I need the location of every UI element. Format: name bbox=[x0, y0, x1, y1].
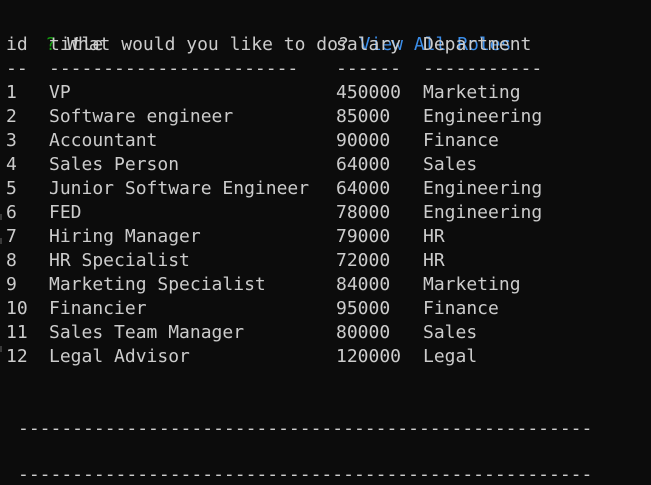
header-salary: salary bbox=[336, 34, 402, 55]
row-salary: 72000 bbox=[336, 250, 391, 271]
underline-id: -- bbox=[6, 58, 28, 79]
row-id: 3 bbox=[6, 130, 17, 151]
row-department: Sales bbox=[423, 322, 478, 343]
row-department: HR bbox=[423, 250, 445, 271]
row-department: Marketing bbox=[423, 274, 521, 295]
row-id: 9 bbox=[6, 274, 17, 295]
edge-marker bbox=[0, 346, 2, 352]
row-department: Engineering bbox=[423, 178, 543, 199]
row-id: 5 bbox=[6, 178, 17, 199]
row-salary: 84000 bbox=[336, 274, 391, 295]
row-title: Marketing Specialist bbox=[49, 274, 266, 295]
row-id: 2 bbox=[6, 106, 17, 127]
row-salary: 64000 bbox=[336, 154, 391, 175]
row-salary: 80000 bbox=[336, 322, 391, 343]
row-department: Legal bbox=[423, 346, 478, 367]
row-title: HR Specialist bbox=[49, 250, 190, 271]
header-title: title bbox=[49, 34, 104, 55]
separator-line: ----------------------------------------… bbox=[18, 418, 593, 439]
row-id: 10 bbox=[6, 298, 28, 319]
table-header-row: id title salary Department bbox=[6, 33, 531, 57]
row-department: HR bbox=[423, 226, 445, 247]
edge-marker bbox=[0, 238, 2, 244]
row-title: Sales Person bbox=[49, 154, 180, 175]
underline-salary: ------ bbox=[336, 58, 402, 79]
row-title: Hiring Manager bbox=[49, 226, 201, 247]
underline-title: ----------------------- bbox=[49, 58, 299, 79]
terminal-window[interactable]: ? What would you like to do? View All Ro… bbox=[0, 0, 651, 485]
prompt-line: ? What would you like to do? View All Ro… bbox=[2, 9, 511, 55]
row-id: 6 bbox=[6, 202, 17, 223]
header-department: Department bbox=[423, 34, 532, 55]
prompt-question: What would you like to do? bbox=[67, 34, 349, 55]
row-id: 4 bbox=[6, 154, 17, 175]
row-salary: 450000 bbox=[336, 82, 402, 103]
row-salary: 85000 bbox=[336, 106, 391, 127]
row-id: 1 bbox=[6, 82, 17, 103]
row-title: Sales Team Manager bbox=[49, 322, 245, 343]
row-department: Marketing bbox=[423, 82, 521, 103]
separator-line-bottom: ----------------------------------------… bbox=[18, 464, 593, 485]
row-id: 12 bbox=[6, 346, 28, 367]
header-id: id bbox=[6, 34, 28, 55]
row-salary: 64000 bbox=[336, 178, 391, 199]
row-salary: 120000 bbox=[336, 346, 402, 367]
row-salary: 79000 bbox=[336, 226, 391, 247]
table-header-underline: -- ----------------------- ------ ------… bbox=[6, 57, 542, 81]
row-salary: 95000 bbox=[336, 298, 391, 319]
row-id: 8 bbox=[6, 250, 17, 271]
row-title: Accountant bbox=[49, 130, 158, 151]
row-title: Financier bbox=[49, 298, 147, 319]
row-salary: 90000 bbox=[336, 130, 391, 151]
row-id: 11 bbox=[6, 322, 28, 343]
row-department: Finance bbox=[423, 298, 499, 319]
row-title: Junior Software Engineer bbox=[49, 178, 310, 199]
underline-department: ----------- bbox=[423, 58, 543, 79]
row-title: VP bbox=[49, 82, 71, 103]
row-title: Software engineer bbox=[49, 106, 234, 127]
row-department: Finance bbox=[423, 130, 499, 151]
row-department: Engineering bbox=[423, 202, 543, 223]
row-title: Legal Advisor bbox=[49, 346, 190, 367]
row-department: Engineering bbox=[423, 106, 543, 127]
row-id: 7 bbox=[6, 226, 17, 247]
row-salary: 78000 bbox=[336, 202, 391, 223]
edge-marker bbox=[0, 214, 2, 220]
row-department: Sales bbox=[423, 154, 478, 175]
row-title: FED bbox=[49, 202, 82, 223]
